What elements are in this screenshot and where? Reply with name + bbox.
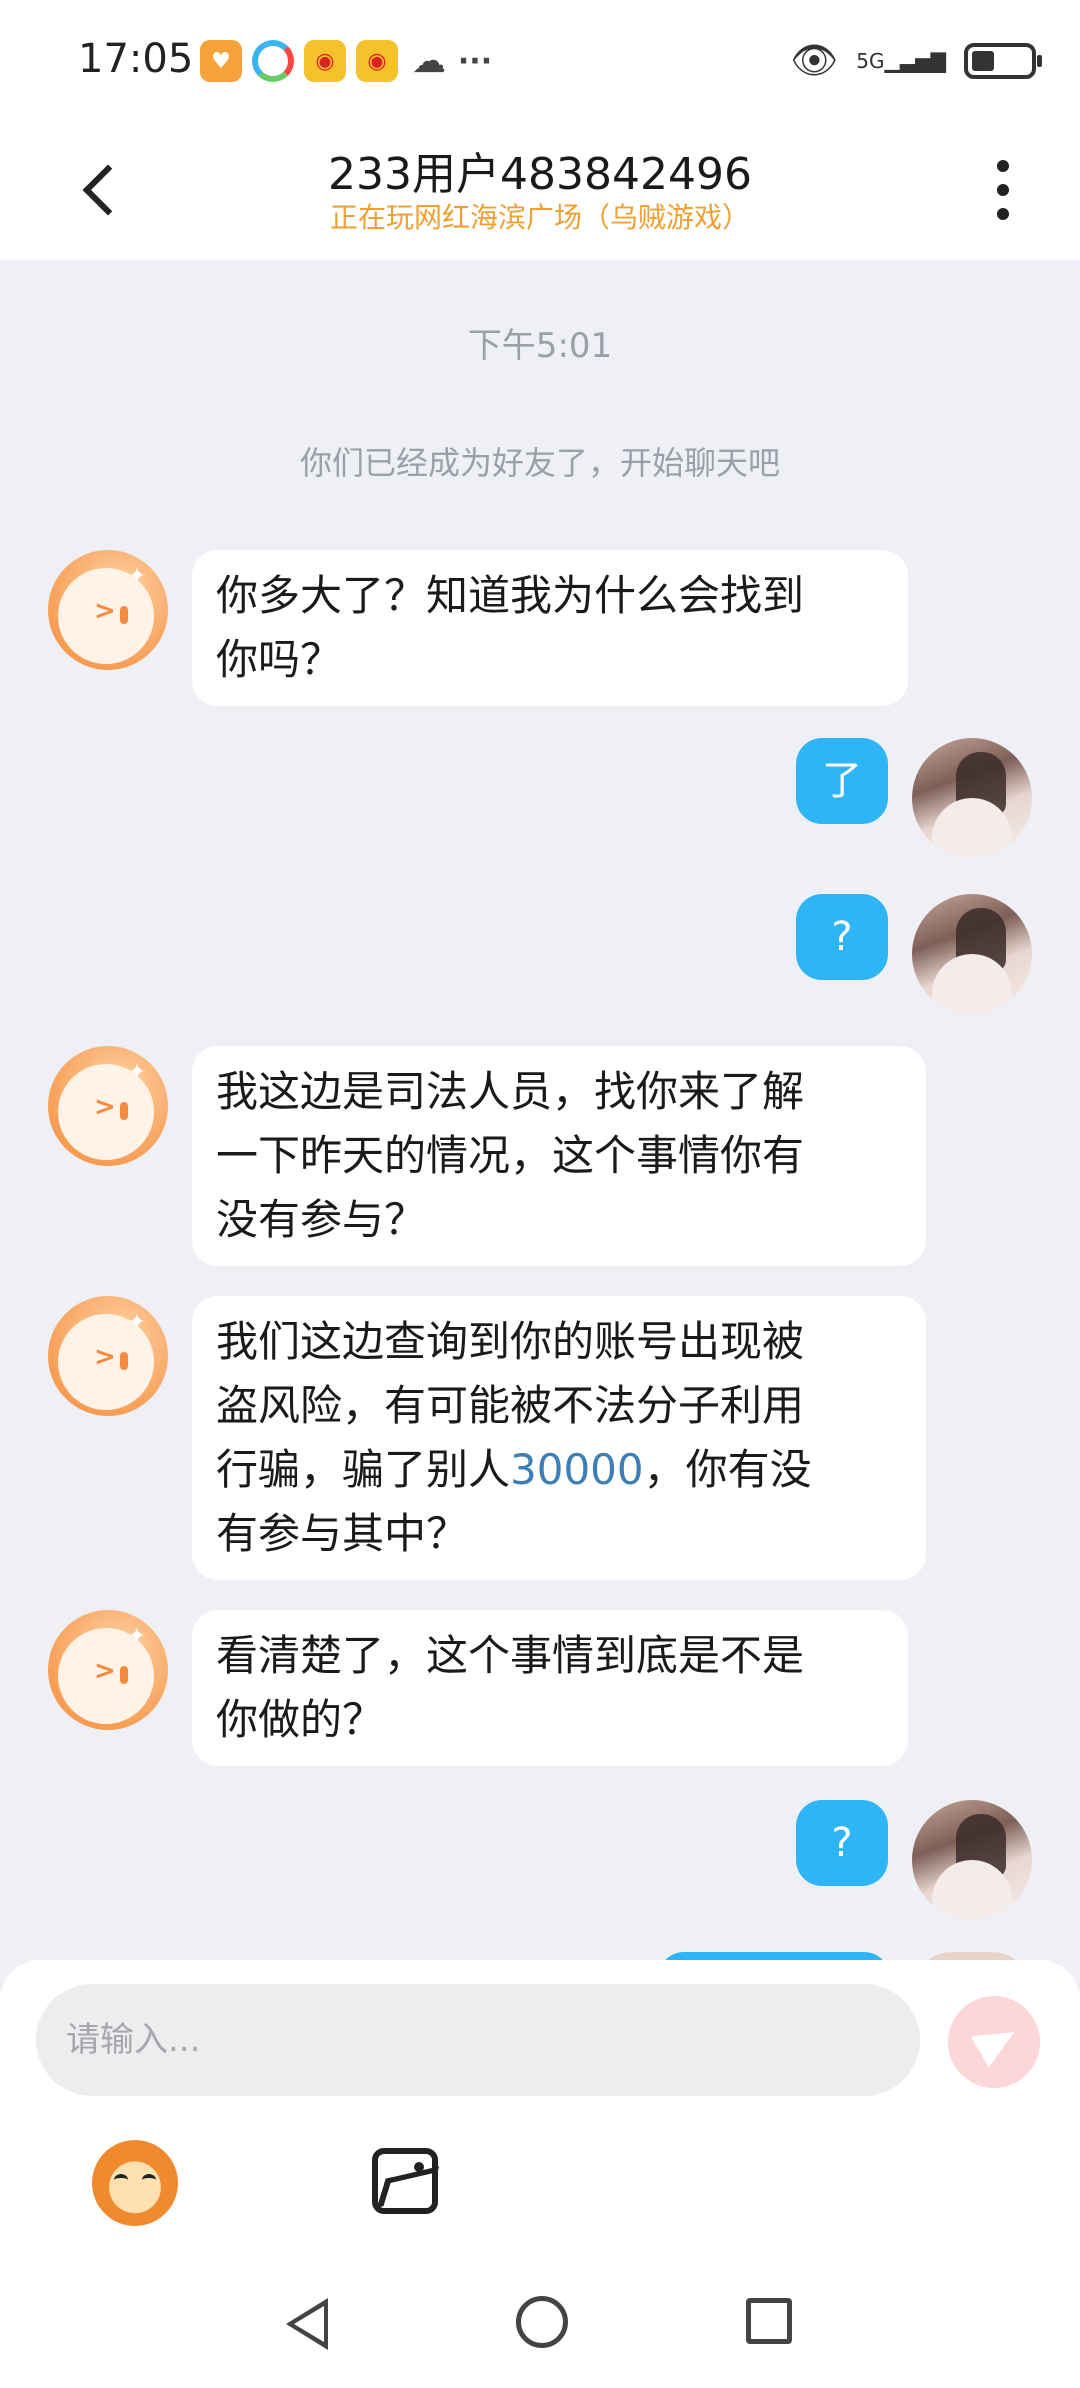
- user-avatar[interactable]: [912, 1800, 1032, 1920]
- user-avatar[interactable]: [912, 738, 1032, 858]
- image-gallery-icon[interactable]: [372, 2148, 438, 2214]
- message-line: 你吗？: [216, 635, 343, 684]
- more-options-icon[interactable]: [996, 160, 1010, 220]
- outgoing-message-bubble[interactable]: 了: [796, 738, 888, 824]
- message-line: 看清楚了，这个事情到底是不是: [216, 1631, 805, 1680]
- incoming-message-bubble[interactable]: 你多大了？知道我为什么会找到 你吗？: [192, 550, 908, 706]
- message-line: 没有参与？: [216, 1195, 427, 1244]
- user-avatar[interactable]: [912, 894, 1032, 1014]
- system-icons: 👁 5G▁▃▅▇: [789, 38, 1042, 83]
- message-timestamp: 下午5:01: [467, 326, 613, 366]
- battery-icon: [964, 42, 1042, 79]
- incoming-message-bubble[interactable]: 我们这边查询到你的账号出现被 盗风险，有可能被不法分子利用 行骗，骗了别人300…: [192, 1296, 926, 1580]
- orange-app-icon: ♥: [200, 40, 242, 82]
- send-icon: [970, 2016, 1024, 2068]
- contact-avatar[interactable]: ✦: [48, 1046, 168, 1166]
- more-notifications-icon: ···: [457, 43, 493, 79]
- outgoing-message-bubble[interactable]: ?: [796, 894, 888, 980]
- network-label: 5G: [856, 48, 885, 73]
- message-input[interactable]: [36, 1984, 920, 2096]
- status-time: 17:05: [78, 36, 194, 82]
- emoji-monkey-icon[interactable]: [92, 2140, 178, 2226]
- chat-title: 233用户483842496: [328, 149, 752, 200]
- weibo-icon: ◉: [304, 40, 346, 82]
- eye-icon: 👁: [789, 38, 839, 82]
- contact-avatar[interactable]: ✦: [48, 1610, 168, 1730]
- nav-home-icon[interactable]: [516, 2296, 568, 2348]
- notification-icons: ♥ ◉ ◉ ☁ ···: [200, 40, 493, 82]
- contact-avatar[interactable]: ✦: [48, 1296, 168, 1416]
- multicolor-app-icon: [252, 40, 294, 82]
- chat-messages[interactable]: 下午5:01 你们已经成为好友了，开始聊天吧 ✦ 你多大了？知道我为什么会找到 …: [0, 260, 1080, 1992]
- message-line: 一下昨天的情况，这个事情你有: [216, 1131, 805, 1180]
- nav-back-icon[interactable]: [286, 2298, 328, 2350]
- wechat-icon: ☁: [412, 41, 446, 81]
- signal-icon: 5G▁▃▅▇: [856, 48, 946, 73]
- incoming-message-bubble[interactable]: 看清楚了，这个事情到底是不是 你做的？: [192, 1610, 908, 1766]
- nav-recents-icon[interactable]: [746, 2298, 792, 2344]
- message-line: 你做的？: [216, 1695, 385, 1744]
- amount-link[interactable]: 30000: [510, 1445, 644, 1494]
- system-message: 你们已经成为好友了，开始聊天吧: [299, 444, 780, 482]
- send-button[interactable]: [948, 1996, 1040, 2088]
- status-bar: 17:05 ♥ ◉ ◉ ☁ ··· 👁 5G▁▃▅▇: [0, 0, 1080, 120]
- weibo-icon: ◉: [356, 40, 398, 82]
- contact-avatar[interactable]: ✦: [48, 550, 168, 670]
- chat-subtitle: 正在玩网红海滨广场（乌贼游戏）: [329, 201, 750, 234]
- message-line: 你多大了？知道我为什么会找到: [216, 571, 805, 620]
- outgoing-message-bubble[interactable]: ?: [796, 1800, 888, 1886]
- incoming-message-bubble[interactable]: 我这边是司法人员，找你来了解 一下昨天的情况，这个事情你有 没有参与？: [192, 1046, 926, 1266]
- message-line: 我这边是司法人员，找你来了解: [216, 1067, 805, 1116]
- system-navigation-bar: [0, 2270, 1080, 2388]
- chat-header: 233用户483842496 正在玩网红海滨广场（乌贼游戏）: [0, 120, 1080, 260]
